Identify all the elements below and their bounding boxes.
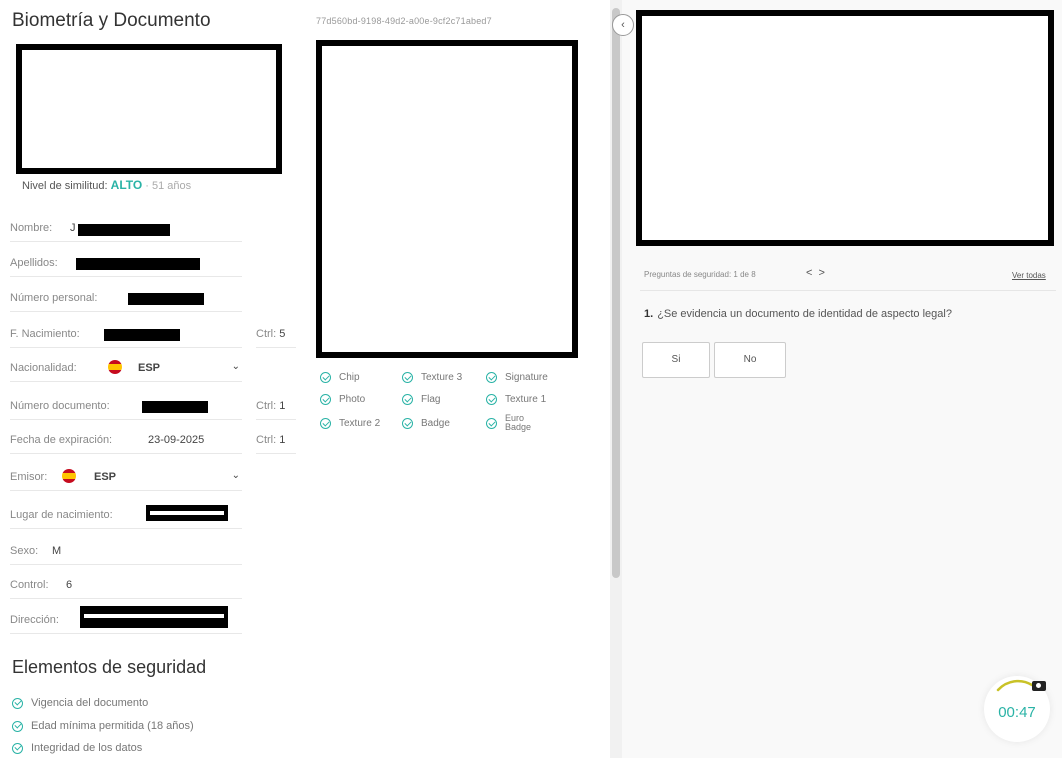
question-text: 1. ¿Se evidencia un documento de identida… <box>644 308 1024 321</box>
spain-flag-icon <box>108 360 122 374</box>
document-id: 77d560bd-9198-49d2-a00e-9cf2c71abed7 <box>316 16 492 26</box>
numero-documento-redacted <box>142 401 208 413</box>
numero-documento-ctrl: Ctrl: 1 <box>256 396 296 420</box>
security-item: Vigencia del documento <box>12 697 148 709</box>
similarity-level: ALTO <box>110 178 143 192</box>
ctrl-value: 1 <box>279 434 286 446</box>
control-label: Control: <box>10 579 49 591</box>
next-question-button[interactable]: > <box>818 267 830 279</box>
feature-texture2: Texture 2 <box>320 418 380 429</box>
question-number: 1. <box>644 308 654 320</box>
feature-signature: Signature <box>486 372 548 383</box>
document-image-redacted <box>316 40 578 358</box>
sexo-value: M <box>52 545 62 557</box>
emisor-value: ESP <box>94 471 117 483</box>
f-nacimiento-redacted <box>104 329 180 341</box>
lugar-nacimiento-redacted <box>146 505 228 521</box>
security-section-title: Elementos de seguridad <box>12 657 207 677</box>
security-item: Integridad de los datos <box>12 742 142 754</box>
see-all-link[interactable]: Ver todas <box>1012 271 1046 280</box>
field-fecha-expiracion: Fecha de expiración: 23-09-2025 <box>10 430 242 454</box>
ctrl-value: 5 <box>279 328 286 340</box>
nombre-label: Nombre: <box>10 222 53 234</box>
feature-euro-badge: Euro Badge <box>486 414 531 433</box>
timer: 00:47 <box>984 676 1050 742</box>
nacionalidad-select[interactable]: Nacionalidad: ESP ⌄ <box>10 358 242 382</box>
check-circle-icon <box>486 372 497 383</box>
field-control: Control: 6 <box>10 575 242 599</box>
ctrl-label: Ctrl: <box>256 328 277 340</box>
check-circle-icon <box>320 372 331 383</box>
collapse-button[interactable]: ‹ <box>612 14 634 36</box>
chevron-down-icon[interactable]: ⌄ <box>232 361 240 372</box>
check-circle-icon <box>12 720 23 732</box>
emisor-label: Emisor: <box>10 471 48 483</box>
field-numero-personal: Número personal: <box>10 288 242 312</box>
apellidos-label: Apellidos: <box>10 257 58 269</box>
feature-texture1: Texture 1 <box>486 394 546 405</box>
chevron-down-icon[interactable]: ⌄ <box>232 470 240 481</box>
security-item: Edad mínima permitida (18 años) <box>12 720 194 732</box>
fecha-expiracion-value: 23-09-2025 <box>148 434 205 446</box>
nombre-redacted <box>78 224 170 236</box>
question-counter: Preguntas de seguridad: 1 de 8 <box>644 270 756 279</box>
numero-personal-label: Número personal: <box>10 292 98 304</box>
check-circle-icon <box>12 742 23 754</box>
nacionalidad-value: ESP <box>138 362 161 374</box>
emisor-select[interactable]: Emisor: ESP ⌄ <box>10 467 242 491</box>
timer-value: 00:47 <box>998 704 1036 721</box>
camera-icon[interactable] <box>1032 681 1046 691</box>
spain-flag-icon <box>62 469 76 483</box>
control-value: 6 <box>66 579 73 591</box>
feature-flag: Flag <box>402 394 440 405</box>
sexo-label: Sexo: <box>10 545 39 557</box>
video-feed-redacted <box>636 10 1054 246</box>
nacionalidad-label: Nacionalidad: <box>10 362 77 374</box>
similarity-label: Nivel de similitud: <box>22 180 108 192</box>
scrollbar-thumb[interactable] <box>612 8 620 578</box>
yes-button[interactable]: Si <box>642 342 710 378</box>
check-circle-icon <box>12 697 23 709</box>
field-sexo: Sexo: M <box>10 541 242 565</box>
nombre-value: J <box>70 222 76 234</box>
fecha-expiracion-label: Fecha de expiración: <box>10 434 113 446</box>
fecha-expiracion-ctrl: Ctrl: 1 <box>256 430 296 454</box>
face-photo-redacted <box>16 44 282 174</box>
feature-texture3: Texture 3 <box>402 372 462 383</box>
page-title: Biometría y Documento <box>12 10 211 31</box>
check-circle-icon <box>320 418 331 429</box>
similarity-indicator: Nivel de similitud: ALTO · 51 años <box>22 178 191 192</box>
apellidos-redacted <box>76 258 200 270</box>
check-circle-icon <box>486 418 497 429</box>
ctrl-label: Ctrl: <box>256 400 277 412</box>
feature-photo: Photo <box>320 394 365 405</box>
check-circle-icon <box>402 372 413 383</box>
lugar-nacimiento-label: Lugar de nacimiento: <box>10 509 113 521</box>
f-nacimiento-label: F. Nacimiento: <box>10 328 80 340</box>
divider <box>640 290 1056 291</box>
check-circle-icon <box>486 394 497 405</box>
numero-documento-label: Número documento: <box>10 400 110 412</box>
age-value: · 51 años <box>145 180 192 192</box>
check-circle-icon <box>402 394 413 405</box>
feature-chip: Chip <box>320 372 360 383</box>
direccion-redacted <box>80 606 228 628</box>
prev-question-button[interactable]: < <box>806 267 818 279</box>
check-circle-icon <box>402 418 413 429</box>
question-nav: <> <box>806 267 831 279</box>
ctrl-label: Ctrl: <box>256 434 277 446</box>
numero-personal-redacted <box>128 293 204 305</box>
check-circle-icon <box>320 394 331 405</box>
direccion-label: Dirección: <box>10 614 59 626</box>
no-button[interactable]: No <box>714 342 786 378</box>
ctrl-value: 1 <box>279 400 286 412</box>
f-nacimiento-ctrl: Ctrl: 5 <box>256 324 296 348</box>
feature-badge: Badge <box>402 418 450 429</box>
question-body: ¿Se evidencia un documento de identidad … <box>657 308 952 320</box>
